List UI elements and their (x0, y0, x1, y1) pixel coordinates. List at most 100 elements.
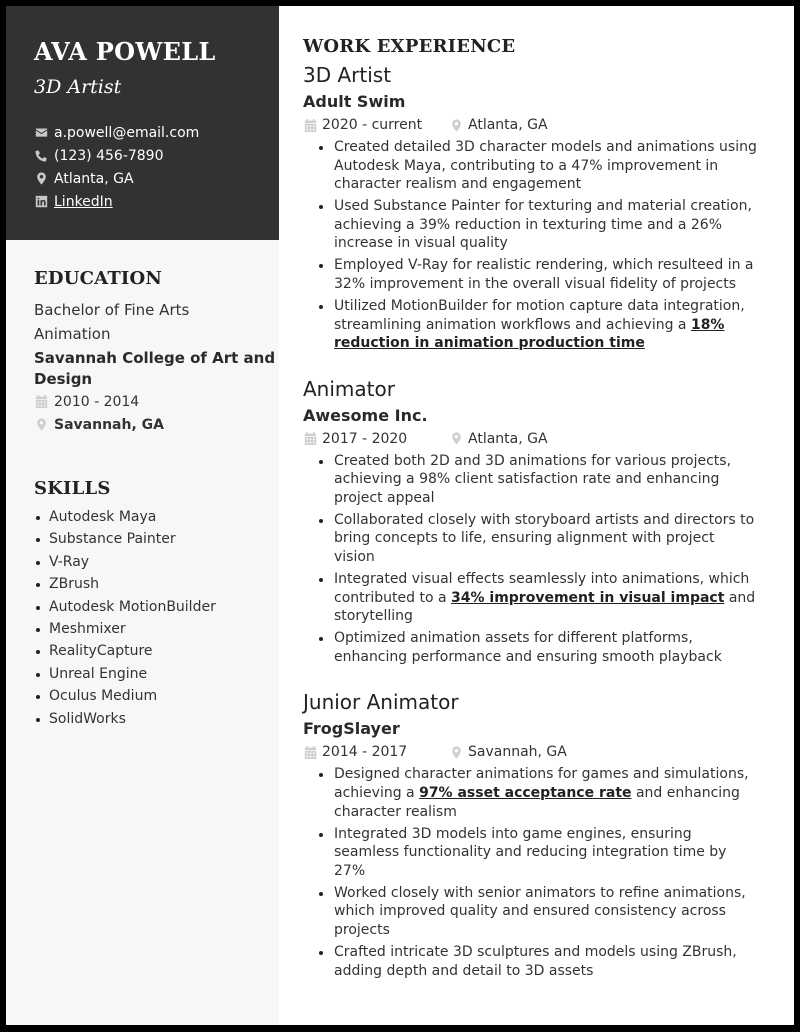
job-bullet: Created detailed 3D character models and… (319, 138, 759, 194)
bullet-text: Employed V-Ray for realistic rendering, … (334, 257, 754, 292)
job-location-text: Atlanta, GA (468, 430, 548, 447)
education-heading: EDUCATION (34, 268, 163, 289)
envelope-icon (34, 126, 48, 140)
calendar-icon (303, 118, 317, 132)
work-experience-heading: WORK EXPERIENCE (303, 36, 516, 57)
job-dates-text: 2014 - 2017 (322, 744, 408, 761)
job-dates-text: 2020 - current (322, 117, 423, 133)
job-dates: 2017 - 2020 (303, 431, 449, 447)
contact-linkedin[interactable]: LinkedIn (34, 190, 279, 213)
bullet-highlight: 34% improvement in visual impact (451, 589, 725, 606)
job-location: Savannah, GA (449, 744, 567, 760)
job-location-text: Savannah, GA (468, 744, 567, 761)
bullet-highlight: 97% asset acceptance rate (419, 785, 632, 801)
sidebar-body: EDUCATION Bachelor of Fine Arts Animatio… (6, 240, 279, 730)
calendar-icon (303, 432, 317, 446)
candidate-name: AVA POWELL (34, 37, 216, 66)
linkedin-link[interactable]: LinkedIn (54, 194, 113, 210)
resume-page: AVA POWELL 3D Artist a.powell@email.com … (6, 6, 794, 1025)
job-bullet: Integrated 3D models into game engines, … (319, 825, 759, 881)
skills-list: Autodesk Maya Substance Painter V-Ray ZB… (34, 506, 279, 730)
bullet-text: Integrated 3D models into game engines, … (334, 825, 727, 879)
job-location: Atlanta, GA (449, 117, 548, 133)
job-dates: 2020 - current (303, 117, 449, 133)
profile-header: AVA POWELL 3D Artist a.powell@email.com … (6, 6, 279, 240)
candidate-role: 3D Artist (34, 76, 122, 98)
bullet-text: Optimized animation assets for different… (334, 630, 722, 665)
job-meta: 2014 - 2017 Savannah, GA (303, 740, 794, 764)
education-field: Animation (34, 325, 111, 343)
job-bullets: Created both 2D and 3D animations for va… (319, 452, 794, 667)
skills-heading: SKILLS (34, 478, 111, 499)
job-entry: Animator Awesome Inc. 2017 - 2020 Atlant… (303, 375, 794, 667)
job-bullet: Designed character animations for games … (319, 765, 759, 821)
map-pin-icon (34, 418, 48, 432)
education-location: Savannah, GA (34, 413, 279, 436)
skill-item: Oculus Medium (34, 685, 279, 707)
phone-icon (34, 149, 48, 163)
skills-section: SKILLS Autodesk Maya Substance Painter V… (34, 476, 279, 730)
bullet-text: Created both 2D and 3D animations for va… (334, 452, 732, 506)
job-bullet: Created both 2D and 3D animations for va… (319, 452, 759, 508)
job-meta: 2017 - 2020 Atlanta, GA (303, 427, 794, 451)
job-bullet: Used Substance Painter for texturing and… (319, 197, 759, 253)
job-bullet: Utilized MotionBuilder for motion captur… (319, 297, 759, 353)
skill-item: SolidWorks (34, 708, 279, 730)
linkedin-icon (34, 195, 48, 209)
map-pin-icon (449, 432, 463, 446)
job-bullet: Optimized animation assets for different… (319, 629, 759, 666)
bullet-text: Crafted intricate 3D sculptures and mode… (334, 943, 737, 979)
job-title: Junior Animator (303, 690, 459, 715)
job-bullet: Collaborated closely with storyboard art… (319, 511, 759, 567)
job-dates: 2014 - 2017 (303, 744, 449, 760)
skill-item: RealityCapture (34, 640, 279, 662)
job-bullet: Integrated visual effects seamlessly int… (319, 570, 759, 626)
job-bullet: Crafted intricate 3D sculptures and mode… (319, 943, 759, 980)
contact-email: a.powell@email.com (34, 121, 279, 144)
skill-item: Substance Painter (34, 528, 279, 550)
bullet-text: Collaborated closely with storyboard art… (334, 511, 755, 566)
job-bullet: Employed V-Ray for realistic rendering, … (319, 256, 759, 293)
map-pin-icon (34, 172, 48, 186)
skill-item: ZBrush (34, 573, 279, 595)
education-school: Savannah College of Art and Design (34, 349, 276, 388)
main-column: WORK EXPERIENCE 3D Artist Adult Swim 202… (279, 6, 794, 1025)
contact-phone: (123) 456-7890 (34, 144, 279, 167)
education-dates: 2010 - 2014 (34, 390, 279, 413)
calendar-icon (303, 745, 317, 759)
map-pin-icon (449, 745, 463, 759)
bullet-text: Utilized MotionBuilder for motion captur… (334, 297, 745, 333)
job-location-text: Atlanta, GA (468, 117, 548, 133)
job-bullet: Worked closely with senior animators to … (319, 884, 759, 940)
job-bullets: Created detailed 3D character models and… (319, 138, 794, 353)
job-entry: Junior Animator FrogSlayer 2014 - 2017 S… (303, 688, 794, 980)
email-text: a.powell@email.com (54, 124, 200, 141)
calendar-icon (34, 395, 48, 409)
bullet-text: Used Substance Painter for texturing and… (334, 198, 752, 252)
skill-item: V-Ray (34, 551, 279, 573)
job-dates-text: 2017 - 2020 (322, 430, 408, 447)
education-dates-text: 2010 - 2014 (54, 393, 140, 410)
skill-item: Unreal Engine (34, 663, 279, 685)
job-company: Awesome Inc. (303, 405, 428, 425)
education-section: EDUCATION Bachelor of Fine Arts Animatio… (34, 266, 279, 436)
job-meta: 2020 - current Atlanta, GA (303, 113, 794, 137)
skill-item: Autodesk MotionBuilder (34, 596, 279, 618)
sidebar: AVA POWELL 3D Artist a.powell@email.com … (6, 6, 279, 1025)
job-title: 3D Artist (303, 63, 392, 87)
job-bullets: Designed character animations for games … (319, 765, 794, 980)
skill-item: Autodesk Maya (34, 506, 279, 528)
job-title: Animator (303, 376, 395, 401)
job-location: Atlanta, GA (449, 431, 548, 447)
education-degree: Bachelor of Fine Arts (34, 301, 190, 319)
contact-location: Atlanta, GA (34, 167, 279, 190)
location-text: Atlanta, GA (54, 170, 134, 187)
job-company: Adult Swim (303, 92, 406, 111)
job-entry: 3D Artist Adult Swim 2020 - current Atla… (303, 61, 794, 353)
education-location-text: Savannah, GA (54, 416, 164, 433)
contact-list: a.powell@email.com (123) 456-7890 Atlant… (34, 121, 279, 213)
bullet-text: Created detailed 3D character models and… (334, 139, 757, 193)
map-pin-icon (449, 118, 463, 132)
skill-item: Meshmixer (34, 618, 279, 640)
job-company: FrogSlayer (303, 719, 400, 739)
